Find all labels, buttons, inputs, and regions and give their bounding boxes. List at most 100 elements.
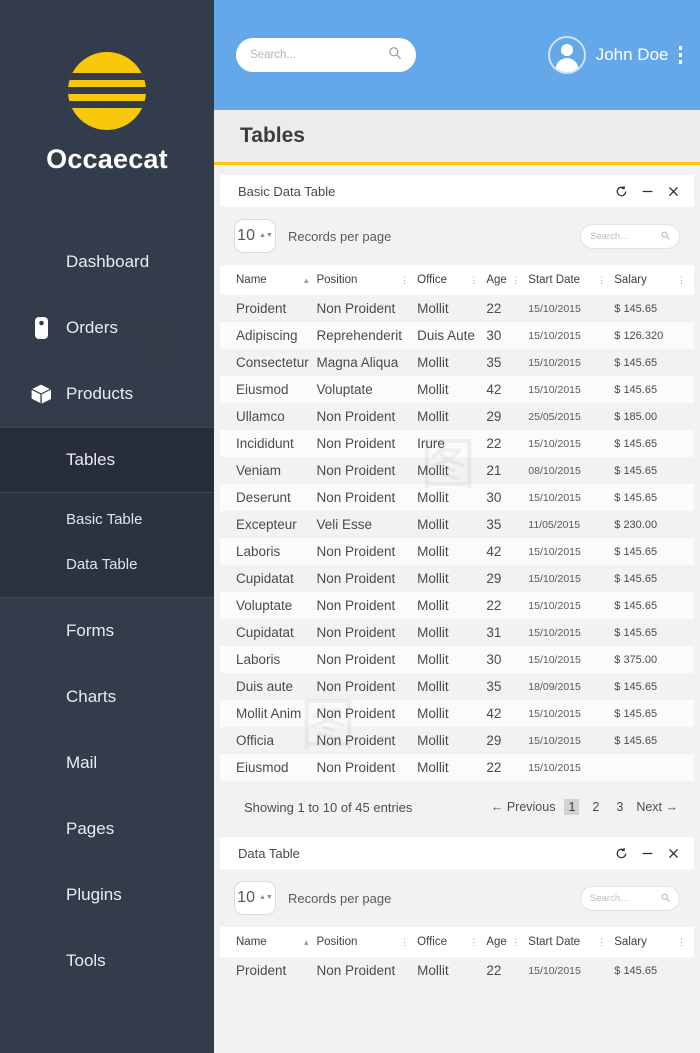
page-button-2[interactable]: 2	[588, 799, 603, 815]
cell-age: 35	[486, 517, 502, 532]
sidebar-subitem-basic-table[interactable]: Basic Table	[0, 497, 214, 542]
table-row[interactable]: Mollit Anim Non Proident Mollit 42 15/10/201…	[220, 700, 694, 727]
table-row[interactable]: Duis aute Non Proident Mollit 35 18/09/2015 $…	[220, 673, 694, 700]
cell-age: 22	[486, 301, 502, 316]
table-search-input[interactable]: Search...	[580, 223, 680, 249]
cell-salary: $ 375.00	[614, 653, 658, 666]
next-page-button[interactable]: Next →	[636, 800, 678, 814]
table-row[interactable]: Eiusmod Non Proident Mollit 22 15/10/2015	[220, 754, 694, 781]
table-row[interactable]: Voluptate Non Proident Mollit 22 15/10/2015 $…	[220, 592, 694, 619]
table-row[interactable]: Incididunt Non Proident Irure 22 15/10/2015 $…	[220, 430, 694, 457]
table-row[interactable]: Eiusmod Voluptate Mollit 42 15/10/2015 $ 145.…	[220, 376, 694, 403]
table-row[interactable]: Deserunt Non Proident Mollit 30 15/10/2015 $ …	[220, 484, 694, 511]
cell-office: Mollit	[417, 490, 449, 505]
page-title: Tables	[240, 124, 305, 147]
sidebar-item-mail[interactable]: Mail	[0, 730, 214, 796]
sidebar-item-products[interactable]: Products	[0, 361, 214, 427]
column-header-position[interactable]: Position ⋮	[316, 265, 418, 295]
column-header-start-date[interactable]: Start Date ⋮	[528, 265, 615, 295]
table-search-input[interactable]: Search...	[580, 885, 680, 911]
records-per-page-stepper[interactable]: 10 ▲▼	[234, 881, 276, 915]
content-scroll-area[interactable]: Basic Data Table 10 ▲▼ Records per page …	[214, 165, 700, 1053]
cell-office: Duis Aute	[417, 328, 475, 343]
search-icon[interactable]	[661, 889, 670, 907]
table-row[interactable]: Consectetur Magna Aliqua Mollit 35 15/10/201…	[220, 349, 694, 376]
table-row[interactable]: Proident Non Proident Mollit 22 15/10/2015 $ …	[220, 957, 694, 984]
table-row[interactable]: Ullamco Non Proident Mollit 29 25/05/2015 $ 1…	[220, 403, 694, 430]
column-header-age[interactable]: Age ⋮	[486, 927, 529, 957]
cell-start-date: 15/10/2015	[528, 545, 581, 558]
search-icon[interactable]	[388, 46, 402, 65]
cell-name: Cupidatat	[236, 625, 294, 640]
column-label: Salary	[614, 274, 647, 286]
cell-age: 30	[486, 328, 502, 343]
cell-name: Consectetur	[236, 355, 309, 370]
table-row[interactable]: Officia Non Proident Mollit 29 15/10/2015 $ 1…	[220, 727, 694, 754]
table-row[interactable]: Laboris Non Proident Mollit 42 15/10/2015 $ 1…	[220, 538, 694, 565]
table-row[interactable]: Adipiscing Reprehenderit Duis Aute 30 15/10/…	[220, 322, 694, 349]
table-row[interactable]: Cupidatat Non Proident Mollit 31 15/10/2015 $…	[220, 619, 694, 646]
sort-toggle-icon[interactable]: ⋮	[677, 937, 694, 948]
sort-toggle-icon[interactable]: ⋮	[511, 937, 528, 948]
sidebar-subitem-data-table[interactable]: Data Table	[0, 542, 214, 587]
sort-toggle-icon[interactable]: ⋮	[677, 275, 694, 286]
sidebar-item-tables[interactable]: Tables	[0, 427, 214, 493]
minimize-icon[interactable]	[641, 847, 654, 860]
close-icon[interactable]	[667, 185, 680, 198]
sort-asc-icon[interactable]: ▴	[304, 275, 317, 286]
column-header-age[interactable]: Age ⋮	[486, 265, 529, 295]
cell-office: Mollit	[417, 733, 449, 748]
refresh-icon[interactable]	[615, 847, 628, 860]
close-icon[interactable]	[667, 847, 680, 860]
search-icon[interactable]	[661, 227, 670, 245]
column-header-salary[interactable]: Salary ⋮	[614, 265, 694, 295]
previous-page-button[interactable]: ← Previous	[491, 800, 556, 814]
cell-name: Deserunt	[236, 490, 291, 505]
table-row[interactable]: Veniam Non Proident Mollit 21 08/10/2015 $ 14…	[220, 457, 694, 484]
table-row[interactable]: Proident Non Proident Mollit 22 15/10/2015 $ …	[220, 295, 694, 322]
sidebar-item-tools[interactable]: Tools	[0, 928, 214, 994]
cell-office: Mollit	[417, 301, 449, 316]
sidebar-item-forms[interactable]: Forms	[0, 598, 214, 664]
data-table[interactable]: Name ▴ Position ⋮ Office ⋮ Age ⋮ Start Date ⋮…	[220, 927, 694, 984]
column-header-name[interactable]: Name ▴	[220, 927, 317, 957]
global-search-box[interactable]: Search...	[236, 38, 416, 72]
cell-age: 42	[486, 382, 502, 397]
sort-toggle-icon[interactable]: ⋮	[597, 937, 614, 948]
table-row[interactable]: Excepteur Veli Esse Mollit 35 11/05/2015 $ 23…	[220, 511, 694, 538]
column-header-office[interactable]: Office ⋮	[417, 927, 487, 957]
kebab-menu-icon[interactable]	[669, 46, 691, 64]
sort-toggle-icon[interactable]: ⋮	[400, 275, 417, 286]
sort-toggle-icon[interactable]: ⋮	[400, 937, 417, 948]
sidebar-item-plugins[interactable]: Plugins	[0, 862, 214, 928]
refresh-icon[interactable]	[615, 185, 628, 198]
sort-toggle-icon[interactable]: ⋮	[469, 937, 486, 948]
table-row[interactable]: Laboris Non Proident Mollit 30 15/10/2015 $ 3…	[220, 646, 694, 673]
stepper-arrows-icon[interactable]: ▲▼	[259, 894, 273, 901]
page-button-1[interactable]: 1	[564, 799, 580, 815]
cell-position: Non Proident	[316, 463, 396, 478]
brand-logo[interactable]: Occaecat	[0, 0, 214, 185]
basic-data-table[interactable]: Name ▴ Position ⋮ Office ⋮ Age ⋮ Start Date ⋮…	[220, 265, 694, 781]
column-header-position[interactable]: Position ⋮	[316, 927, 418, 957]
stepper-arrows-icon[interactable]: ▲▼	[259, 232, 273, 239]
user-profile[interactable]: John Doe	[547, 36, 669, 74]
sort-toggle-icon[interactable]: ⋮	[511, 275, 528, 286]
column-header-office[interactable]: Office ⋮	[417, 265, 487, 295]
sort-toggle-icon[interactable]: ⋮	[469, 275, 486, 286]
records-per-page-stepper[interactable]: 10 ▲▼	[234, 219, 276, 253]
table-row[interactable]: Cupidatat Non Proident Mollit 29 15/10/2015 $…	[220, 565, 694, 592]
sidebar-item-dashboard[interactable]: Dashboard	[0, 229, 214, 295]
cell-name: Ullamco	[236, 409, 285, 424]
sort-asc-icon[interactable]: ▴	[304, 937, 317, 948]
sidebar-item-orders[interactable]: Orders	[0, 295, 214, 361]
page-button-3[interactable]: 3	[612, 799, 627, 815]
sort-toggle-icon[interactable]: ⋮	[597, 275, 614, 286]
column-header-salary[interactable]: Salary ⋮	[614, 927, 694, 957]
column-header-start-date[interactable]: Start Date ⋮	[528, 927, 615, 957]
minimize-icon[interactable]	[641, 185, 654, 198]
sidebar-item-pages[interactable]: Pages	[0, 796, 214, 862]
sidebar-item-charts[interactable]: Charts	[0, 664, 214, 730]
column-header-name[interactable]: Name ▴	[220, 265, 317, 295]
user-avatar-icon[interactable]	[547, 36, 586, 74]
